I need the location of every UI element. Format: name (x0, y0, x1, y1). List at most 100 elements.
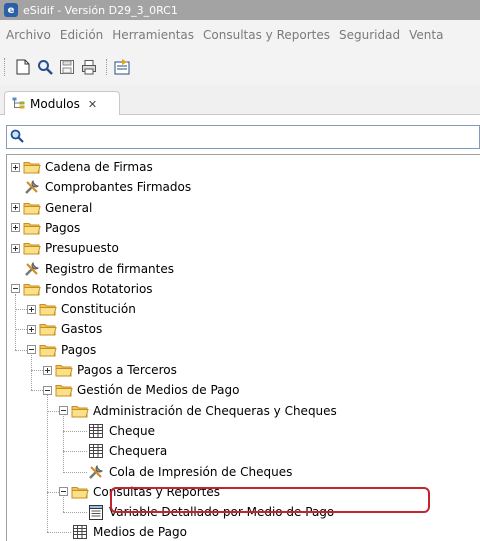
expand-toggle[interactable] (11, 162, 20, 172)
tree-connector (31, 354, 32, 391)
tree-item-label: Medios de Pago (93, 525, 187, 540)
highlight-outline (110, 487, 430, 513)
collapse-toggle[interactable] (27, 345, 36, 355)
save-icon[interactable] (57, 57, 77, 77)
tree-item[interactable]: Pagos (27, 340, 96, 360)
expand-toggle[interactable] (27, 324, 36, 334)
tree-item-label: Pagos a Terceros (77, 363, 177, 377)
tree-item-label: Gestión de Medios de Pago (77, 383, 240, 398)
export-icon[interactable] (112, 57, 132, 77)
tools-icon (23, 179, 41, 195)
folder-icon (39, 342, 57, 358)
tree-item[interactable]: Medios de Pago (59, 522, 187, 541)
expand-toggle[interactable] (11, 203, 20, 213)
tab-modulos[interactable]: Modulos ✕ (4, 91, 120, 116)
tree-connector (63, 415, 64, 472)
tree-item-label: Administración de Chequeras y Cheques (93, 403, 337, 418)
tree-item-label: Constitución (61, 302, 136, 317)
tree-item[interactable]: Pagos (11, 218, 80, 238)
tree-item[interactable]: Chequera (75, 441, 167, 461)
folder-icon (23, 281, 41, 297)
tree-connector (47, 410, 59, 412)
tree-item[interactable]: Gestión de Medios de Pago (43, 380, 239, 400)
tools-icon (23, 261, 41, 277)
tree-item[interactable]: Registro de firmantes (11, 259, 174, 279)
tree-connector (15, 349, 27, 351)
tree-item[interactable]: Cola de Impresión de Cheques (75, 462, 292, 482)
folder-icon (55, 382, 73, 398)
tree-item[interactable]: Cadena de Firmas (11, 157, 153, 177)
modules-tree[interactable]: Cadena de Firmas Comprobantes Firmados Gen… (6, 154, 480, 541)
toolbar (0, 49, 480, 85)
folder-icon (23, 159, 41, 175)
folder-icon (55, 362, 73, 378)
view-tab-bar: Modulos ✕ (0, 85, 480, 116)
tree-item[interactable]: General (11, 198, 92, 218)
expand-toggle[interactable] (11, 243, 20, 253)
collapse-toggle[interactable] (11, 284, 20, 294)
search-icon[interactable] (35, 57, 55, 77)
menu-consultas-y-reportes[interactable]: Consultas y Reportes (199, 28, 334, 42)
menu-seguridad[interactable]: Seguridad (335, 28, 404, 42)
folder-icon (71, 403, 89, 419)
tree-view-icon (12, 97, 25, 112)
tree-item-label: Pagos (45, 220, 81, 235)
window-titlebar: e eSidif - Versión D29_3_0RC1 (0, 0, 480, 20)
window-title: eSidif - Versión D29_3_0RC1 (23, 3, 178, 17)
tree-connector (47, 491, 59, 493)
toolbar-grip[interactable] (4, 58, 7, 76)
magnifier-icon (10, 129, 24, 146)
tree-connector (15, 329, 27, 331)
folder-icon (23, 200, 41, 216)
tree-connector (15, 309, 27, 311)
tree-item-label: Comprobantes Firmados (45, 180, 192, 195)
close-icon[interactable]: ✕ (88, 98, 97, 111)
menu-herramientas[interactable]: Herramientas (108, 28, 198, 42)
tree-connector (31, 370, 43, 371)
search-box (6, 125, 480, 149)
tree-item[interactable]: Pagos a Terceros (43, 360, 177, 380)
folder-icon (71, 484, 89, 500)
tree-connector (47, 395, 48, 533)
modulos-panel: Cadena de Firmas Comprobantes Firmados Gen… (0, 115, 480, 541)
tree-item-label: Pagos (61, 342, 97, 357)
menu-archivo[interactable]: Archivo (2, 28, 55, 42)
print-icon[interactable] (79, 57, 99, 77)
tree-item-label: Cadena de Firmas (45, 160, 153, 174)
tree-connector (31, 390, 43, 392)
menu-venta[interactable]: Venta (405, 28, 447, 42)
tree-item[interactable]: Comprobantes Firmados (11, 177, 191, 197)
tree-item[interactable]: Cheque (75, 421, 155, 441)
tree-item[interactable]: Gastos (27, 319, 102, 339)
table-icon (71, 524, 89, 540)
tree-item-label: Cola de Impresión de Cheques (109, 464, 293, 479)
collapse-toggle[interactable] (59, 406, 68, 416)
menu-bar: Archivo Edición Herramientas Consultas y… (0, 20, 480, 49)
tree-item-label: Gastos (61, 322, 103, 337)
collapse-toggle[interactable] (43, 385, 52, 395)
tree-item[interactable]: Administración de Chequeras y Cheques (59, 401, 337, 421)
tree-item-label: Cheque (109, 423, 155, 438)
tree-item-label: Fondos Rotatorios (45, 281, 153, 296)
tree-item[interactable]: Presupuesto (11, 238, 119, 258)
table-icon (87, 443, 105, 459)
tree-item-label: Chequera (109, 444, 168, 459)
expand-toggle[interactable] (43, 365, 52, 375)
search-input[interactable] (28, 127, 479, 147)
table-icon (87, 423, 105, 439)
new-document-icon[interactable] (13, 57, 33, 77)
app-logo-icon: e (4, 3, 18, 17)
folder-icon (23, 240, 41, 256)
tools-icon (87, 464, 105, 480)
expand-toggle[interactable] (11, 223, 20, 233)
expand-toggle[interactable] (27, 304, 36, 314)
tree-item[interactable]: Constitución (27, 299, 136, 319)
folder-icon (23, 220, 41, 236)
tree-connector (15, 293, 16, 350)
toolbar-separator (106, 59, 107, 75)
collapse-toggle[interactable] (59, 487, 68, 497)
menu-edicion[interactable]: Edición (56, 28, 107, 42)
tree-item-label: General (45, 200, 93, 215)
report-icon (87, 504, 105, 520)
tree-item[interactable]: Fondos Rotatorios (11, 279, 153, 299)
